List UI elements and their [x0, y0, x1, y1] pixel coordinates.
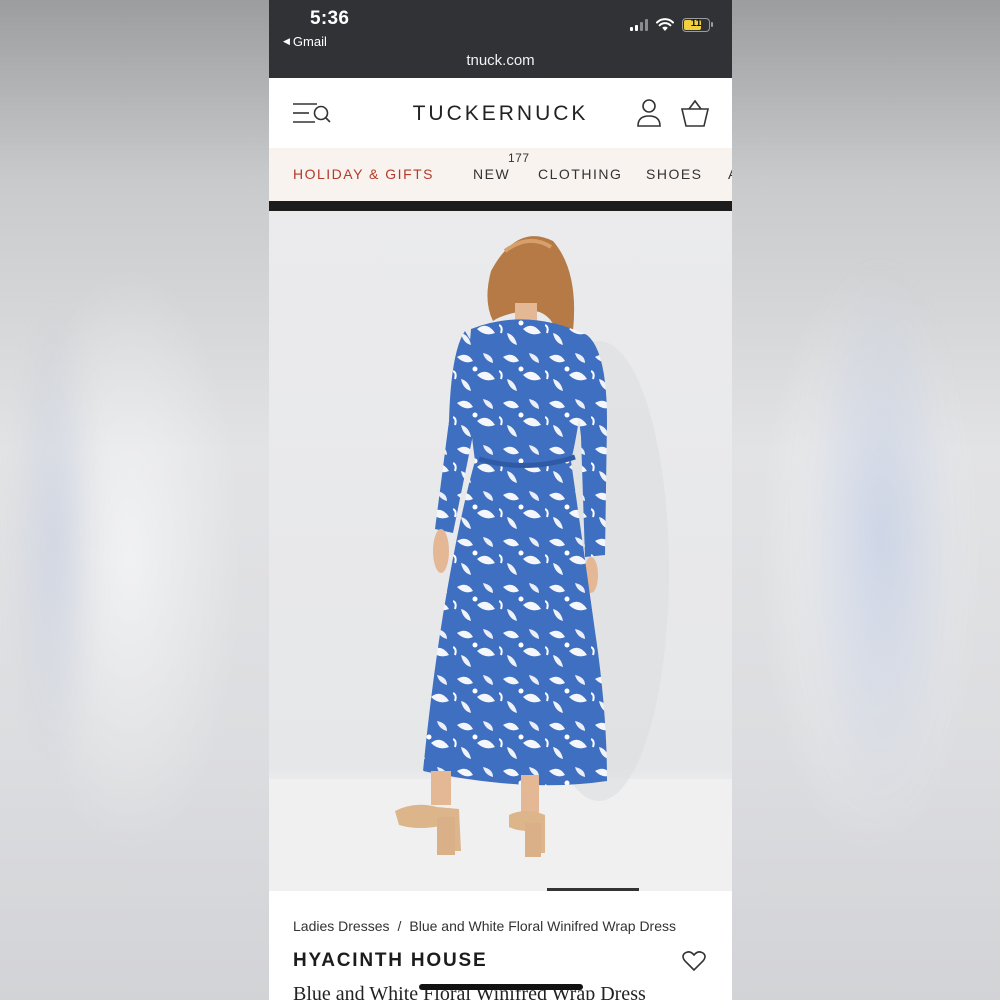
- home-indicator[interactable]: [419, 984, 583, 990]
- cellular-signal-icon: [630, 19, 648, 31]
- nav-shoes[interactable]: SHOES: [646, 166, 703, 182]
- status-bar: 5:36 ◀ Gmail 11 tnuck.com: [269, 0, 732, 78]
- phone-screen: 5:36 ◀ Gmail 11 tnuck.com TUCKERNUCK HOL…: [269, 0, 732, 1000]
- nav-clothing[interactable]: CLOTHING: [538, 166, 622, 182]
- promo-bar: [269, 201, 732, 211]
- back-arrow-icon: ◀: [283, 36, 290, 46]
- bag-icon[interactable]: [680, 98, 710, 128]
- blurred-dress-left: [10, 300, 100, 780]
- brand-logo[interactable]: TUCKERNUCK: [269, 102, 732, 126]
- image-carousel-indicator: [547, 888, 639, 891]
- status-time: 5:36: [310, 8, 350, 29]
- breadcrumb: Ladies Dresses / Blue and White Floral W…: [293, 918, 676, 934]
- product-brand[interactable]: HYACINTH HOUSE: [293, 950, 487, 972]
- status-indicators: 11: [630, 18, 713, 32]
- url-bar[interactable]: tnuck.com: [269, 52, 732, 69]
- back-app-label: Gmail: [292, 34, 327, 49]
- back-to-app-link[interactable]: ◀ Gmail: [283, 34, 327, 49]
- wifi-icon: [656, 18, 674, 31]
- breadcrumb-separator: /: [397, 918, 402, 934]
- breadcrumb-current: Blue and White Floral Winifred Wrap Dres…: [409, 918, 676, 934]
- site-header: TUCKERNUCK: [269, 78, 732, 148]
- blurred-dress-right: [800, 260, 960, 820]
- nav-badge: 177: [508, 151, 530, 165]
- nav-more[interactable]: A: [728, 166, 732, 182]
- category-nav: HOLIDAY & GIFTS 177 NEW CLOTHING SHOES A: [269, 148, 732, 201]
- account-icon[interactable]: [636, 98, 662, 128]
- product-image[interactable]: [269, 211, 732, 891]
- breadcrumb-ladies-dresses[interactable]: Ladies Dresses: [293, 918, 390, 934]
- nav-new[interactable]: NEW: [473, 166, 510, 182]
- heart-icon[interactable]: [682, 950, 706, 972]
- battery-icon: 11: [682, 18, 713, 32]
- nav-holiday-gifts[interactable]: HOLIDAY & GIFTS: [293, 166, 434, 182]
- dress-photo: [269, 236, 732, 891]
- battery-level: 11: [690, 18, 702, 29]
